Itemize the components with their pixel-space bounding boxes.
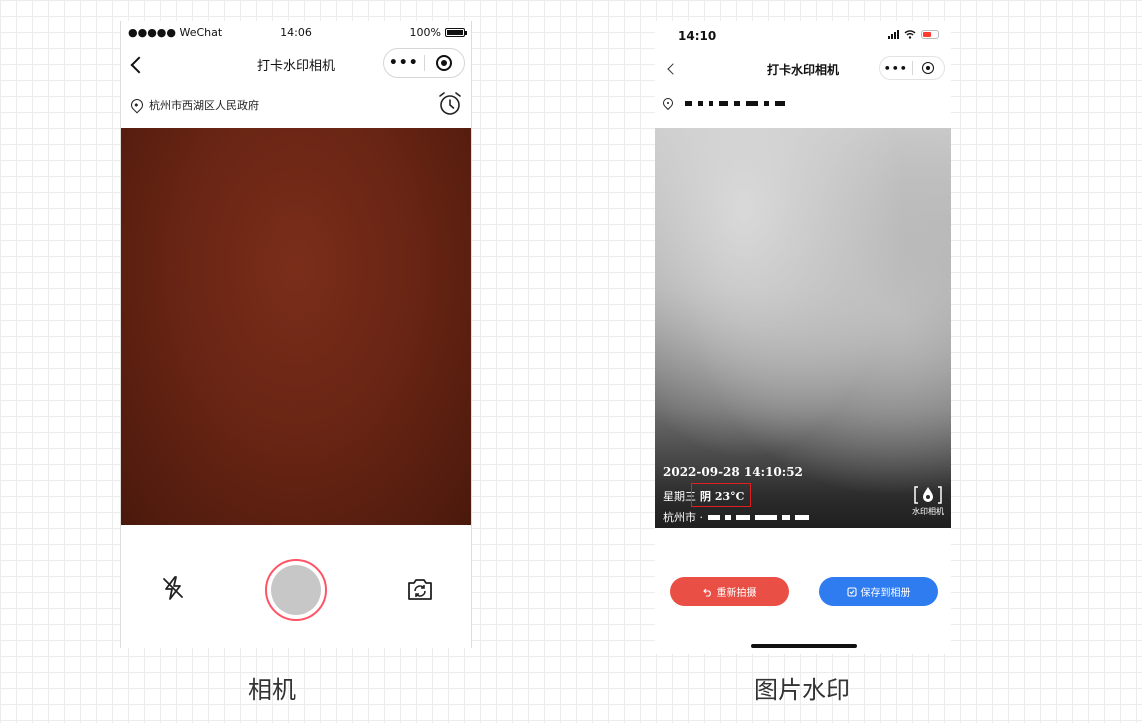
location-pin-icon (128, 96, 146, 114)
status-bar: ●●●●● WeChat 14:06 100% (121, 21, 471, 43)
watermark-datetime: 2022-09-28 14:10:52 (663, 465, 803, 479)
signal-icon (888, 29, 899, 39)
watermark-camera-icon (914, 486, 942, 504)
status-time: 14:10 (678, 29, 717, 43)
status-bar: 14:10 (655, 21, 951, 51)
weather-highlight-box (691, 483, 751, 507)
watermark-location-line: 杭州市 · (663, 509, 809, 525)
watermarked-photo: 2022-09-28 14:10:52 星期三 阴 23°C 杭州市 · 水印相… (655, 128, 951, 528)
save-to-album-button[interactable]: 保存到相册 (819, 577, 938, 606)
close-miniprogram-button[interactable] (913, 62, 945, 74)
close-miniprogram-button[interactable] (425, 55, 465, 71)
camera-caption: 相机 (248, 676, 296, 704)
camera-controls (121, 525, 471, 648)
more-button[interactable]: ••• (880, 62, 912, 75)
battery-icon (921, 29, 939, 39)
record-icon (922, 62, 935, 74)
watermark-city: 杭州市 · (663, 511, 703, 524)
menu-capsule: ••• (879, 56, 945, 80)
camera-viewfinder[interactable] (121, 128, 471, 525)
watermark-logo-label: 水印相机 (912, 507, 944, 516)
wifi-icon (904, 30, 916, 39)
alarm-clock-icon[interactable] (437, 91, 463, 117)
checkbox-icon (846, 586, 857, 597)
more-button[interactable]: ••• (384, 55, 424, 71)
home-indicator (751, 644, 857, 648)
battery-percent: 100% (409, 26, 441, 39)
undo-icon (702, 588, 711, 597)
location-pin-icon (660, 95, 676, 111)
retake-label: 重新拍摄 (716, 588, 757, 599)
retake-button[interactable]: 重新拍摄 (670, 577, 789, 606)
battery-icon (445, 28, 467, 37)
menu-capsule: ••• (383, 48, 465, 78)
location-bar[interactable]: 杭州市西湖区人民政府 (121, 83, 471, 127)
location-text: 杭州市西湖区人民政府 (149, 99, 259, 112)
record-icon (436, 55, 453, 71)
camera-screen: ●●●●● WeChat 14:06 100% 打卡水印相机 ••• 杭州市西湖… (120, 21, 472, 648)
save-label: 保存到相册 (860, 588, 911, 599)
watermark-caption: 图片水印 (754, 676, 850, 704)
switch-camera-icon[interactable] (405, 575, 435, 603)
nav-bar: 打卡水印相机 ••• (121, 43, 471, 83)
watermark-preview-screen: 14:10 打卡水印相机 ••• 2022-09-28 14:10:52 星期三… (655, 21, 951, 654)
flash-off-icon[interactable] (159, 574, 187, 602)
shutter-button[interactable] (265, 559, 327, 621)
watermark-logo: 水印相机 (909, 485, 947, 517)
redacted-location (685, 100, 785, 106)
location-bar[interactable] (655, 83, 951, 123)
